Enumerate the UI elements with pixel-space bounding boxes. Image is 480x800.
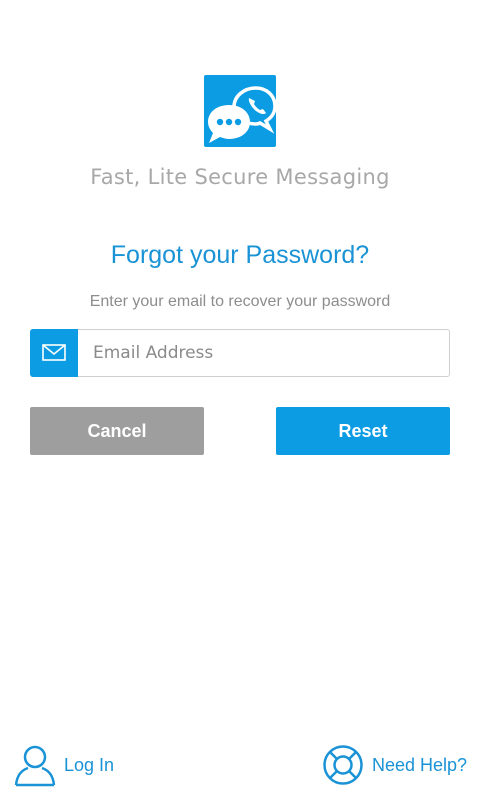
email-field[interactable] bbox=[93, 330, 438, 375]
page-title: Forgot your Password? bbox=[110, 241, 370, 269]
chat-bubbles-phone-icon bbox=[208, 86, 276, 143]
help-link[interactable]: Need Help? bbox=[322, 742, 467, 788]
login-link[interactable]: Log In bbox=[14, 742, 114, 788]
email-field-container bbox=[29, 328, 450, 377]
user-icon bbox=[14, 745, 56, 787]
lifebuoy-icon bbox=[323, 745, 363, 785]
reset-button[interactable]: Reset bbox=[276, 407, 450, 455]
app-tagline: Fast, Lite Secure Messaging bbox=[90, 165, 390, 189]
login-label: Log In bbox=[64, 754, 115, 775]
email-icon-badge bbox=[29, 328, 78, 377]
help-label: Need Help? bbox=[372, 754, 468, 775]
app-logo bbox=[204, 75, 276, 147]
cancel-button[interactable]: Cancel bbox=[30, 407, 204, 455]
envelope-icon bbox=[41, 343, 66, 361]
page-subtitle: Enter your email to recover your passwor… bbox=[89, 293, 391, 310]
